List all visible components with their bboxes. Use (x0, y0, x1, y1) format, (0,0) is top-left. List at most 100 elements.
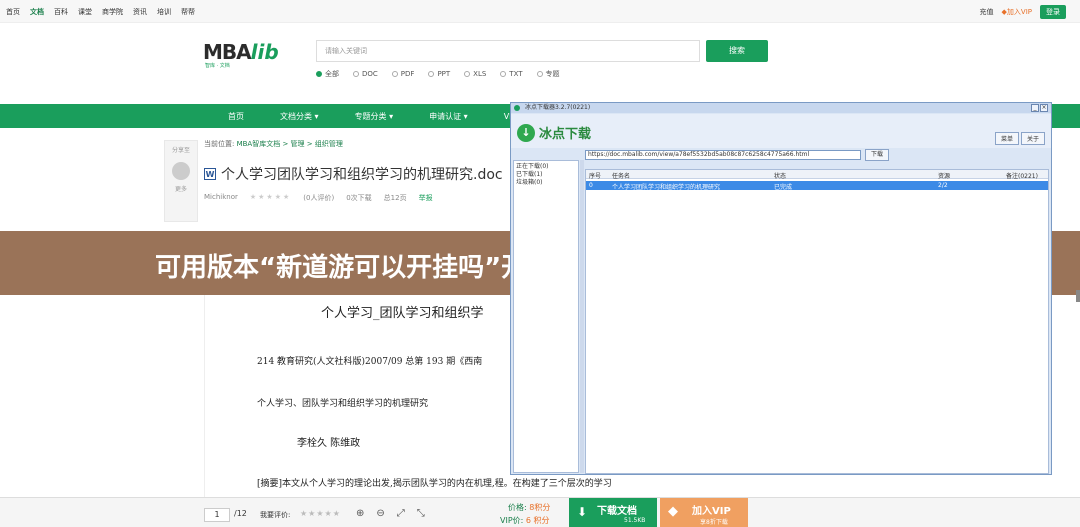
nav-apply-cert[interactable]: 申请认证 ▾ (429, 111, 468, 122)
cell-res: 2/2 (938, 182, 948, 189)
report-link[interactable]: 举报 (419, 193, 433, 203)
topnav-item-docs[interactable]: 文档 (30, 7, 44, 17)
filter-doc[interactable]: DOC (353, 69, 378, 79)
nav-doc-category[interactable]: 文档分类 ▾ (280, 111, 319, 122)
share-icon[interactable] (172, 162, 190, 180)
join-vip-button[interactable]: ◆ 加入VIP 享8折下载 (660, 498, 748, 527)
category-downloaded[interactable]: 已下载(1) (516, 171, 576, 179)
share-title: 分享至 (171, 147, 190, 154)
top-bar: 首页 文档 百科 课堂 商学院 资讯 培训 帮帮 充值 ◆加入VIP 登录 (0, 0, 1080, 23)
radio-icon (500, 71, 507, 77)
topnav-item-class[interactable]: 课堂 (78, 7, 92, 17)
topnav-item-wiki[interactable]: 百科 (54, 7, 68, 17)
scrollbar-thumb[interactable] (1076, 290, 1080, 302)
minimize-icon[interactable]: _ (1031, 104, 1039, 112)
recharge-link[interactable]: 充值 (980, 7, 994, 17)
vip-label: 加入VIP (692, 506, 731, 517)
author[interactable]: Michiknor (204, 193, 238, 203)
page-total: /12 (234, 509, 247, 518)
price-label: 价格: (508, 503, 527, 512)
app-logo-icon: ↓ (517, 123, 535, 142)
doc-line: 个人学习、团队学习和组织学习的机理研究 (257, 399, 429, 409)
app-icon (514, 105, 520, 111)
zoom-out-icon[interactable]: ⊖ (376, 508, 384, 519)
doc-heading: 个人学习_团队学习和组织学 (321, 306, 484, 321)
radio-icon (353, 71, 359, 77)
about-button[interactable]: 关于 (1020, 132, 1045, 145)
task-table: 序号 任务名 状态 资源 备注(0221) 0 个人学习团队学习和组织学习的机理… (585, 169, 1049, 474)
filter-pdf[interactable]: PDF (391, 69, 414, 79)
task-category-list: 正在下载(0) 已下载(1) 垃圾箱(0) (513, 160, 579, 473)
join-vip-link[interactable]: ◆加入VIP (1002, 7, 1032, 17)
col-note[interactable]: 备注(0221) (1006, 171, 1038, 180)
window-titlebar[interactable]: 冰点下载器3.2.7(0221) _ × (511, 103, 1051, 113)
fullscreen-icon[interactable]: ⤢ (397, 508, 405, 519)
breadcrumb-path[interactable]: MBA智库文档 > 管理 > 组织管理 (237, 140, 343, 148)
window-title: 冰点下载器3.2.7(0221) (525, 104, 591, 111)
search-filters: 全部 DOC PDF PPT XLS TXT 专题 (316, 69, 560, 79)
col-name[interactable]: 任务名 (612, 171, 630, 180)
download-label: 下载文档 (597, 506, 637, 517)
search-button[interactable]: 搜索 (706, 40, 768, 62)
col-res[interactable]: 资源 (938, 171, 950, 180)
topnav-item-school[interactable]: 商学院 (102, 7, 123, 17)
col-no[interactable]: 序号 (589, 171, 601, 180)
topnav-item-news[interactable]: 资讯 (133, 7, 147, 17)
app-download-button[interactable]: 下载 (865, 149, 889, 161)
login-button[interactable]: 登录 (1040, 5, 1066, 19)
doc-meta: Michiknor ★★★★★ (0人评价) 0次下载 总12页 举报 (204, 193, 433, 203)
table-header: 序号 任务名 状态 资源 备注(0221) (586, 170, 1048, 180)
filter-all[interactable]: 全部 (316, 69, 339, 79)
cell-no: 0 (589, 182, 593, 189)
filter-xls[interactable]: XLS (464, 69, 486, 79)
app-name: 冰点下载 (539, 127, 592, 142)
download-size: 51.5KB (624, 517, 646, 524)
price: 价格: 8积分 (508, 502, 550, 513)
download-count: 0次下载 (346, 194, 372, 202)
logo-mba: MBA (203, 40, 252, 64)
topnav-item-home[interactable]: 首页 (6, 7, 20, 17)
app-logo: ↓ 冰点下载 (517, 123, 591, 142)
rate-stars-icon[interactable]: ★★★★★ (300, 509, 341, 518)
doc-abstract: [摘要]本文从个人学习的理论出发,揭示团队学习的内在机理,程。在构建了三个层次的… (257, 479, 612, 489)
top-nav: 首页 文档 百科 课堂 商学院 资讯 培训 帮帮 (6, 7, 195, 17)
category-trash[interactable]: 垃圾箱(0) (516, 179, 576, 187)
close-icon[interactable]: × (1040, 104, 1048, 112)
shrink-icon[interactable]: ⤡ (417, 508, 425, 519)
rating-count: (0人评价) (303, 194, 335, 202)
rate-label: 我要评价: (260, 511, 291, 519)
menu-button[interactable]: 菜单 (994, 132, 1019, 145)
radio-icon (464, 71, 471, 77)
topnav-item-training[interactable]: 培训 (157, 7, 171, 17)
vip-diamond-icon: ◆ (668, 504, 678, 519)
search-input[interactable]: 请输入关键词 (316, 40, 700, 62)
view-tools: ⊕ ⊖ ⤢ ⤡ (356, 508, 425, 519)
site-logo[interactable]: MBAlib 智库 · 文档 (203, 40, 293, 70)
pane-splitter[interactable] (580, 160, 584, 473)
category-downloading[interactable]: 正在下载(0) (516, 163, 576, 171)
radio-icon (428, 71, 435, 77)
word-icon: W (204, 168, 216, 180)
topnav-item-help[interactable]: 帮帮 (181, 7, 195, 17)
vip-price-value: 6 积分 (525, 516, 550, 525)
nav-home[interactable]: 首页 (228, 111, 244, 122)
cell-name: 个人学习团队学习和组织学习的机理研究 (612, 184, 721, 191)
url-input[interactable]: https://doc.mbalib.com/view/a78ef5532bd5… (585, 150, 861, 160)
doc-line: 214 教育研究(人文社科版)2007/09 总第 193 期《西南 (257, 357, 483, 367)
logo-sub: 智库 · 文档 (205, 63, 230, 69)
cell-status: 已完成 (774, 184, 793, 191)
zoom-in-icon[interactable]: ⊕ (356, 508, 364, 519)
share-more[interactable]: 更多 (165, 184, 197, 193)
downloader-window: 冰点下载器3.2.7(0221) _ × ↓ 冰点下载 菜单 关于 https:… (510, 102, 1052, 475)
download-doc-button[interactable]: ⬇ 下载文档 51.5KB (569, 498, 657, 527)
doc-title: W 个人学习团队学习和组织学习的机理研究.doc (204, 164, 503, 184)
filter-txt[interactable]: TXT (500, 69, 523, 79)
page-count: 总12页 (383, 194, 407, 202)
page-input[interactable]: 1 (204, 508, 230, 522)
col-status[interactable]: 状态 (774, 171, 786, 180)
filter-topic[interactable]: 专题 (536, 69, 560, 79)
nav-topic-category[interactable]: 专题分类 ▾ (355, 111, 394, 122)
table-row[interactable]: 0 个人学习团队学习和组织学习的机理研究 已完成 2/2 (586, 181, 1048, 191)
filter-ppt[interactable]: PPT (428, 69, 450, 79)
top-right: 充值 ◆加入VIP 登录 (980, 5, 1066, 19)
